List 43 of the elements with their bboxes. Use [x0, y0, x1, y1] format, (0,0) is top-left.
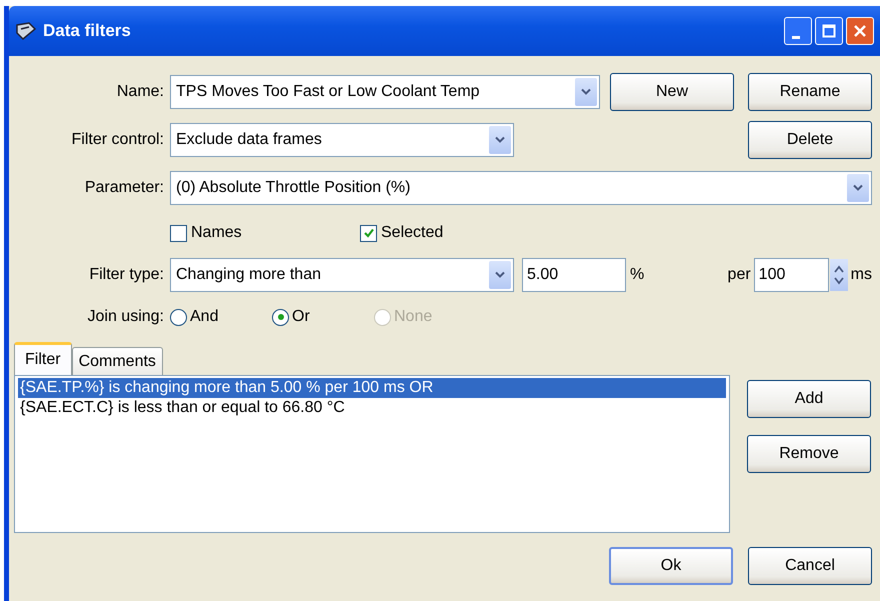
parameter-dropdown[interactable]: (0) Absolute Throttle Position (%) [170, 171, 872, 205]
minimize-icon [792, 36, 800, 38]
close-icon [853, 24, 867, 38]
amount-field[interactable]: 5.00 [522, 258, 626, 292]
filter-list-item[interactable]: {SAE.TP.%} is changing more than 5.00 % per 100 ms OR [18, 378, 726, 398]
check-icon [362, 227, 374, 239]
tab[interactable]: Filter [14, 342, 72, 375]
new-button[interactable]: New [610, 73, 734, 111]
period-unit: ms [850, 266, 872, 284]
minimize-button[interactable] [784, 17, 812, 45]
parameter-label: Parameter: [84, 179, 165, 197]
ok-button[interactable]: Ok [609, 547, 733, 585]
spin-buttons[interactable] [830, 259, 848, 291]
filter-list-item[interactable]: {SAE.ECT.C} is less than or equal to 66.80 °C [18, 398, 726, 418]
option-checkbox[interactable]: Names [170, 224, 360, 242]
amount-unit: % [630, 266, 644, 284]
remove-button[interactable]: Remove [747, 435, 871, 473]
maximize-button[interactable] [815, 17, 843, 45]
chevron-down-icon [495, 271, 505, 279]
option-checkbox[interactable]: Selected [360, 224, 444, 242]
maximize-icon [822, 24, 836, 38]
add-button[interactable]: Add [747, 380, 871, 418]
rename-button[interactable]: Rename [748, 73, 872, 111]
name-dropdown[interactable]: TPS Moves Too Fast or Low Coolant Temp [170, 75, 600, 109]
chevron-down-icon [581, 88, 591, 96]
close-button[interactable] [846, 17, 874, 45]
filter-control-dropdown[interactable]: Exclude data frames [170, 123, 514, 157]
join-radio[interactable]: And [170, 308, 272, 326]
filter-type-label: Filter type: [88, 266, 165, 284]
tab[interactable]: Comments [72, 347, 163, 375]
window-app-icon [15, 21, 37, 41]
filter-type-dropdown[interactable]: Changing more than [170, 258, 514, 292]
window-title: Data filters [43, 21, 131, 41]
chevron-down-icon [495, 136, 505, 144]
name-label: Name: [116, 83, 165, 101]
join-label: Join using: [86, 308, 165, 326]
chevron-down-icon [853, 184, 863, 192]
join-radio[interactable]: Or [272, 308, 374, 326]
cancel-button[interactable]: Cancel [748, 547, 872, 585]
filter-control-label: Filter control: [70, 131, 165, 149]
period-field[interactable]: 100 [754, 258, 829, 292]
per-label: per [728, 266, 751, 284]
delete-button[interactable]: Delete [748, 121, 872, 159]
